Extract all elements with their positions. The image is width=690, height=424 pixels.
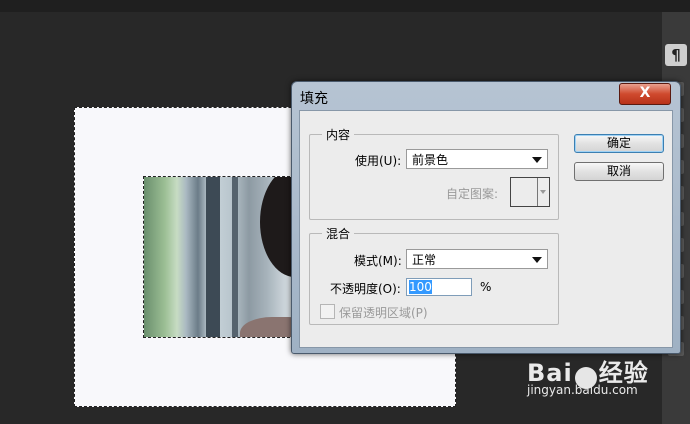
watermark-url: jingyan.baidu.com [527,383,638,397]
top-bar [0,0,690,12]
opacity-unit: % [480,280,492,294]
mode-select[interactable]: 正常 [406,249,548,269]
opacity-value: 100 [409,280,432,294]
content-group-legend: 内容 [322,126,355,143]
opacity-label: 不透明度(O): [330,282,401,296]
blend-group-legend: 混合 [322,225,355,242]
dialog-client: 内容 使用(U): 前景色 自定图案: 混合 模式(M): 正常 不透明度(O)… [299,110,673,348]
person-hair [260,177,294,277]
person-shoulder [240,317,294,337]
use-select[interactable]: 前景色 [406,149,548,169]
paragraph-icon[interactable]: ¶ [665,44,687,66]
mode-select-value: 正常 [412,253,437,267]
pattern-label: 自定图案: [446,187,499,201]
ok-button[interactable]: 确定 [574,134,664,153]
chevron-down-icon [532,157,542,163]
chevron-down-icon [540,190,546,194]
cancel-button[interactable]: 取消 [574,162,664,181]
window-frame [232,177,238,337]
use-select-value: 前景色 [412,153,449,167]
window-frame [206,177,220,337]
close-button[interactable]: X [619,83,671,105]
pattern-picker-divider [537,178,538,206]
preserve-transparency-label: 保留透明区域(P) [339,306,428,320]
dialog-title: 填充 [300,91,328,107]
use-label: 使用(U): [355,154,402,168]
fill-dialog: 填充 X 内容 使用(U): 前景色 自定图案: 混合 模式(M): 正常 不透… [291,81,681,354]
mode-label: 模式(M): [354,254,402,268]
preserve-transparency-checkbox[interactable] [320,304,335,319]
pattern-picker [510,177,550,207]
photo-layer [143,176,295,338]
opacity-input[interactable]: 100 [406,278,472,296]
chevron-down-icon [532,257,542,263]
baidu-jingyan-watermark: Bai 经验 jingyan.baidu.com [527,353,649,397]
